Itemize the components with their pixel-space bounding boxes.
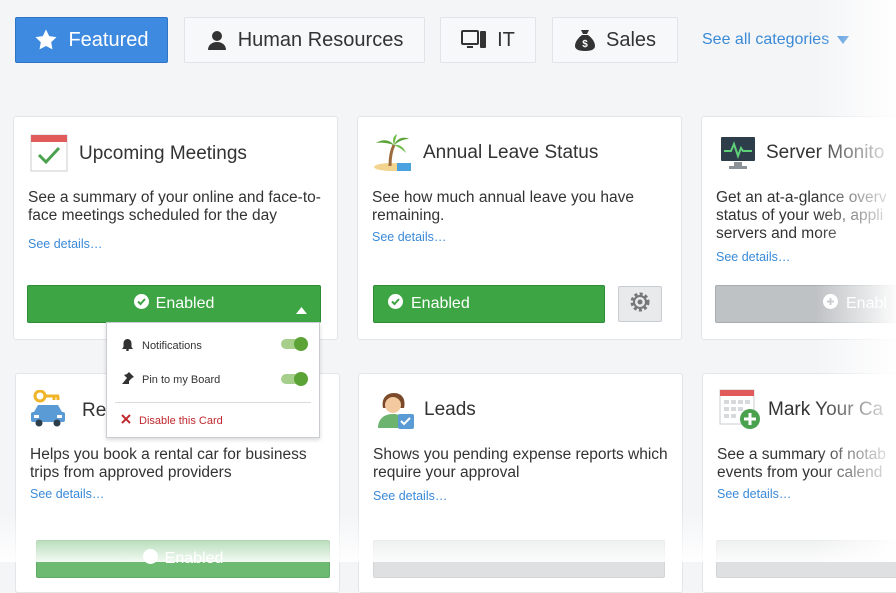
close-icon: [121, 414, 131, 427]
card-title: Annual Leave Status: [423, 142, 599, 163]
caret-up-icon[interactable]: [296, 301, 307, 319]
enabled-button[interactable]: Enabled: [373, 285, 605, 323]
menu-item-disable-card[interactable]: Disable this Card: [121, 414, 223, 427]
card-title: Server Monito: [766, 142, 885, 163]
check-circle-icon: [133, 294, 149, 314]
see-details-link[interactable]: See details…: [717, 487, 791, 501]
tab-human-resources[interactable]: Human Resources: [184, 17, 425, 63]
card-description: Shows you pending expense reports which …: [373, 446, 668, 481]
menu-item-row: Notifications: [121, 338, 202, 354]
tab-sales[interactable]: $ Sales: [552, 17, 678, 63]
notifications-toggle[interactable]: [281, 337, 308, 351]
card-title: Re: [82, 400, 107, 421]
tab-label: Human Resources: [237, 28, 404, 51]
pin-toggle[interactable]: [281, 372, 308, 386]
svg-text:$: $: [582, 39, 588, 50]
bell-icon: [121, 338, 134, 354]
see-details-link[interactable]: See details…: [716, 250, 790, 264]
computer-icon: [461, 29, 487, 51]
enable-button[interactable]: Enabl: [715, 285, 896, 323]
button-label: Enabled: [164, 550, 224, 567]
check-circle-icon: [388, 294, 403, 314]
card-description: See how much annual leave you have remai…: [372, 189, 634, 224]
card-description: See a summary of notab events from your …: [717, 446, 886, 481]
card-title: Leads: [424, 399, 476, 420]
menu-item-notifications[interactable]: Notifications: [107, 323, 319, 363]
check-circle-icon: [142, 549, 158, 569]
money-bag-icon: $: [574, 28, 596, 52]
see-details-link[interactable]: See details…: [373, 489, 447, 503]
see-details-link[interactable]: See details…: [372, 230, 446, 244]
tab-label: Featured: [68, 28, 149, 51]
enabled-button[interactable]: Enabled: [27, 285, 321, 323]
enable-button[interactable]: [716, 540, 896, 578]
calendar-check-icon: [30, 134, 68, 177]
tab-featured[interactable]: Featured: [15, 17, 168, 63]
see-all-label: See all categories: [702, 31, 830, 48]
calendar-add-icon: [719, 388, 761, 435]
card-title: Mark Your Ca: [768, 399, 884, 420]
menu-item-label: Pin to my Board: [142, 374, 221, 386]
tab-label: Sales: [605, 28, 657, 51]
toggle-knob: [294, 337, 308, 351]
person-check-icon: [375, 390, 415, 435]
menu-divider: [115, 402, 311, 403]
pin-icon: [121, 372, 134, 388]
see-details-link[interactable]: See details…: [28, 237, 102, 251]
menu-item-pin-to-board[interactable]: Pin to my Board: [107, 363, 319, 399]
see-all-categories-link[interactable]: See all categories: [702, 31, 850, 49]
menu-item-row: Pin to my Board: [121, 372, 220, 388]
menu-item-label: Notifications: [142, 340, 202, 352]
enable-button[interactable]: [373, 540, 665, 578]
toggle-knob: [294, 372, 308, 386]
palm-tree-icon: [373, 133, 411, 176]
card-description: Get an at-a-glance overv status of your …: [716, 189, 887, 242]
tab-it[interactable]: IT: [440, 17, 536, 63]
menu-item-label: Disable this Card: [139, 414, 223, 427]
card-description: Helps you book a rental car for business…: [30, 446, 307, 481]
plus-circle-icon: [823, 294, 838, 314]
card-title: Upcoming Meetings: [79, 143, 247, 164]
settings-button[interactable]: [618, 286, 662, 322]
car-key-icon: [30, 389, 66, 433]
button-label: Enabl: [846, 295, 887, 312]
person-icon: [206, 29, 228, 51]
caret-down-icon: [837, 31, 850, 49]
monitor-icon: [720, 135, 756, 176]
gear-icon: [628, 290, 652, 319]
enabled-button[interactable]: Enabled: [36, 540, 330, 578]
card-description: See a summary of your online and face-to…: [28, 189, 321, 224]
card-options-menu: Notifications Pin to my Board Disable th…: [106, 322, 320, 438]
star-icon: [34, 28, 58, 52]
button-label: Enabled: [411, 295, 470, 312]
button-label: Enabled: [155, 295, 215, 312]
tab-label: IT: [497, 28, 515, 51]
see-details-link[interactable]: See details…: [30, 487, 104, 501]
